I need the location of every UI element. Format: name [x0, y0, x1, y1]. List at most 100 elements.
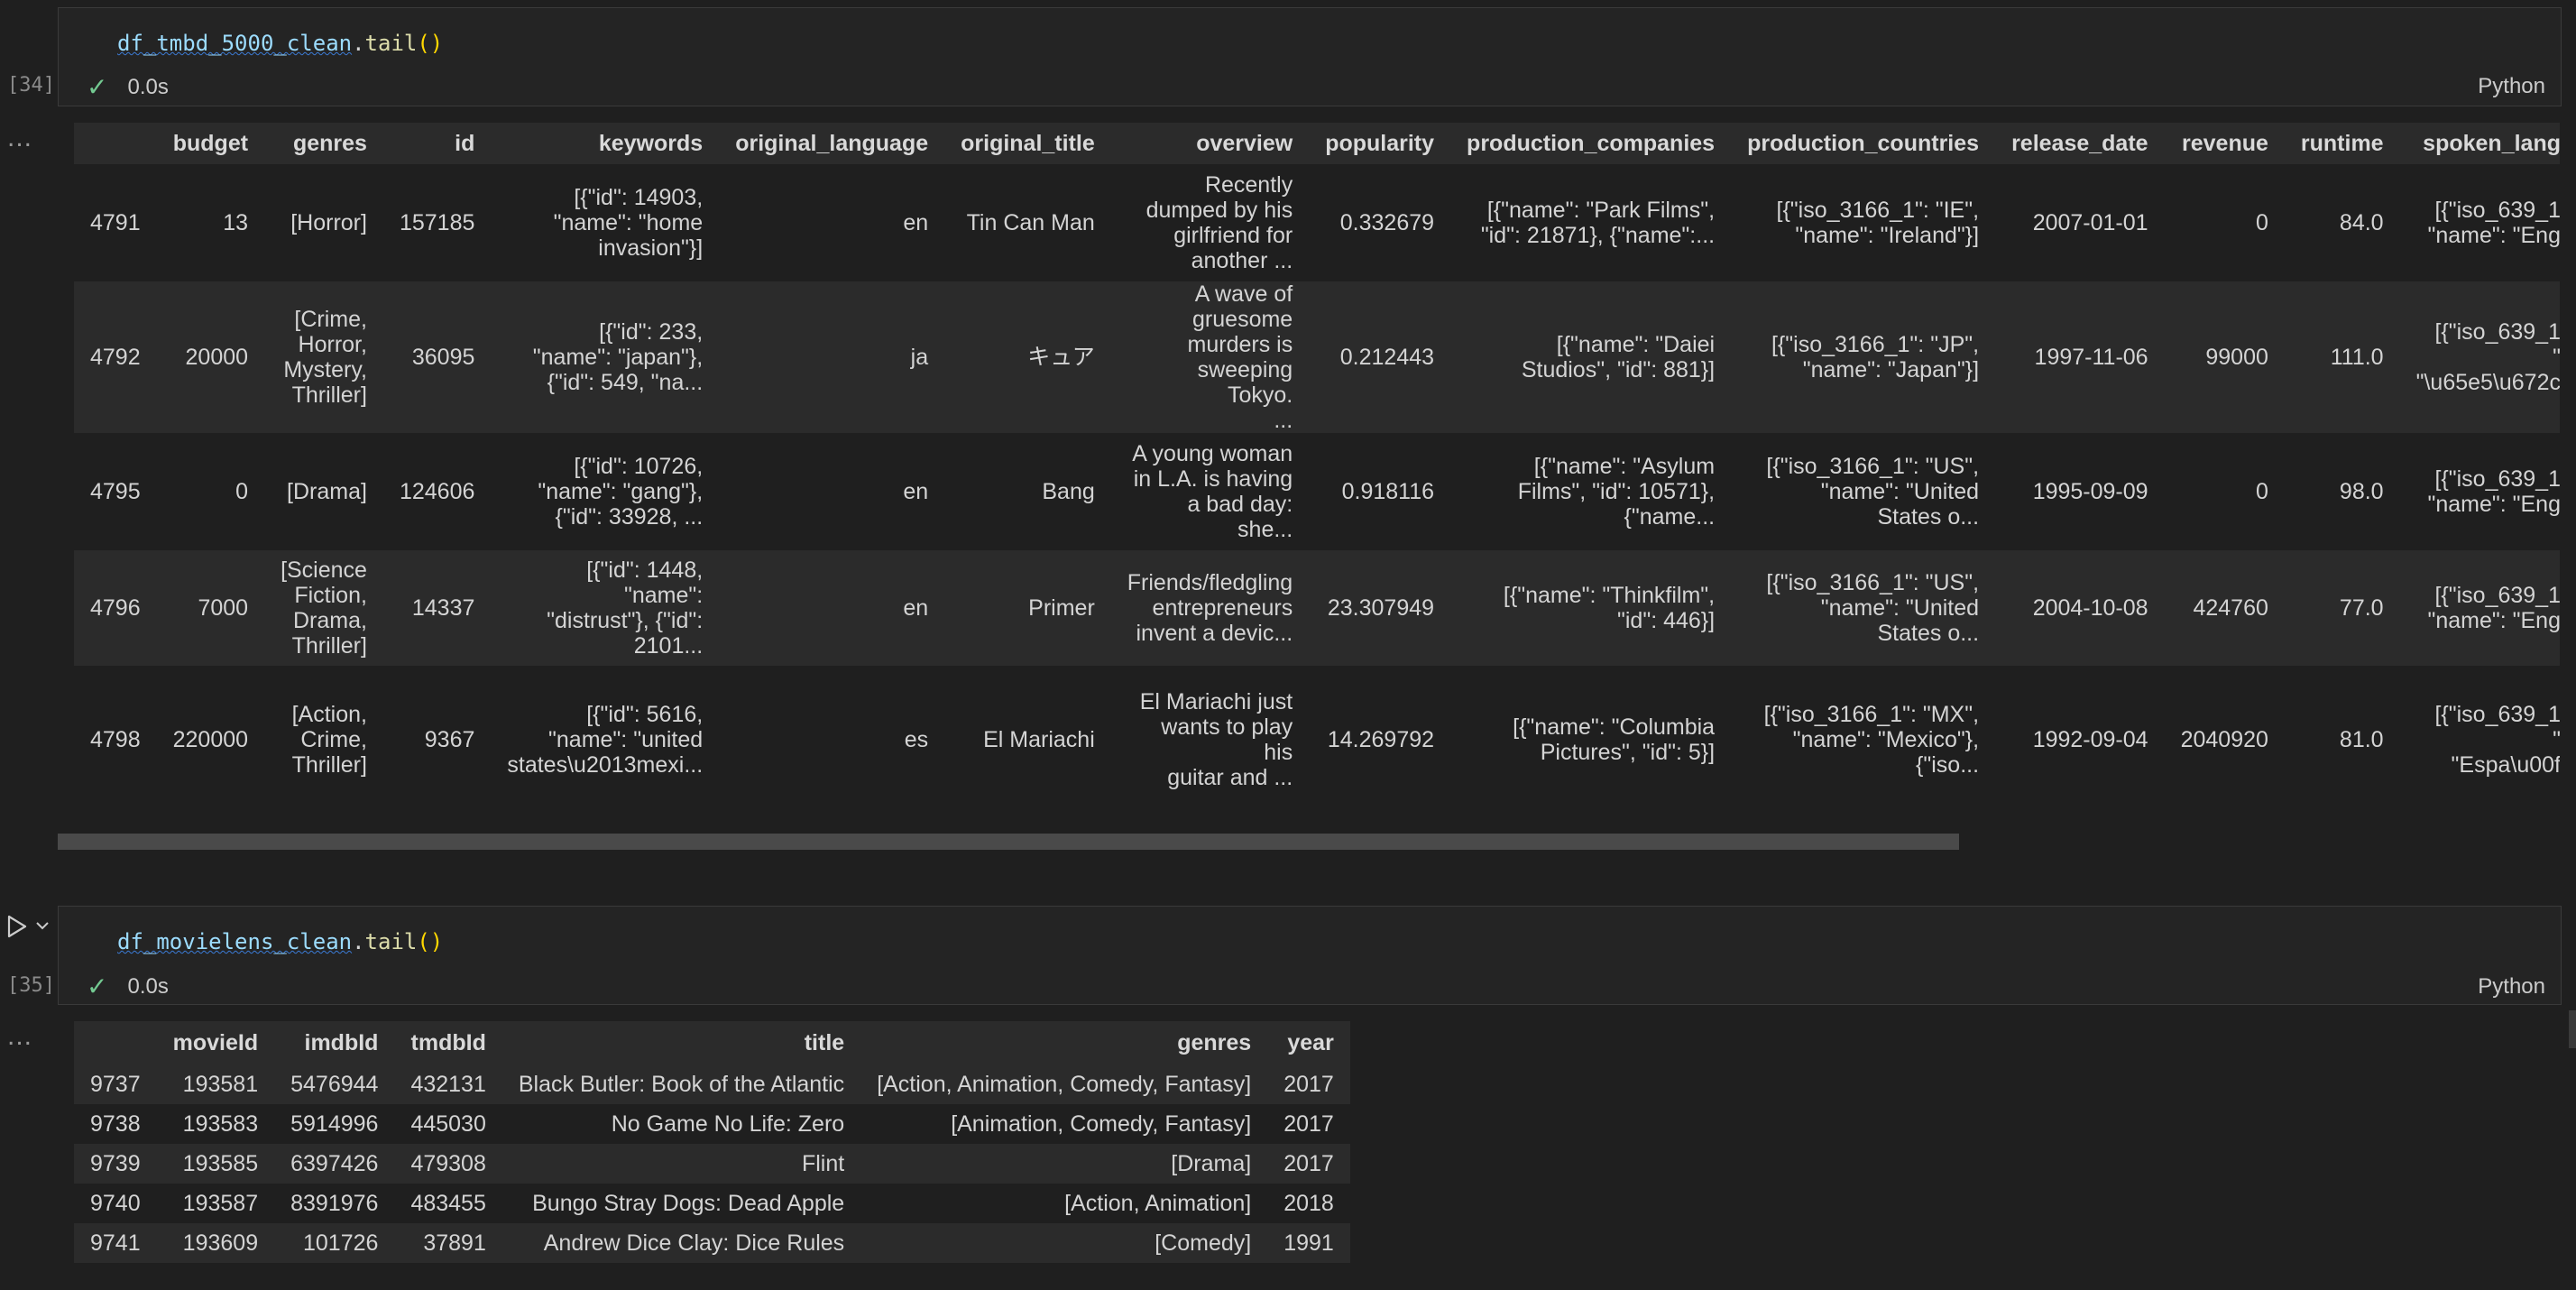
row-index: 9738: [90, 1111, 141, 1137]
table-cell: [{"name": "Asylum Films", "id": 10571}, …: [1517, 454, 1716, 530]
table-cell: [Science Fiction, Drama, Thriller]: [281, 557, 367, 659]
table-cell: [Drama]: [1171, 1151, 1252, 1176]
column-header: production_countries: [1747, 130, 1980, 156]
code-cell-34[interactable]: [58, 7, 2562, 106]
dataframe-table: budget genres id keywords original_language o…: [74, 123, 2560, 790]
row-index: 9740: [90, 1191, 141, 1216]
table-cell: 193581: [182, 1072, 259, 1097]
table-cell: El Mariachi: [983, 727, 1095, 752]
row-index: 4792: [90, 345, 141, 370]
row-index: 9737: [90, 1072, 141, 1097]
column-header: keywords: [598, 130, 704, 156]
table-cell: 37891: [423, 1230, 486, 1256]
table-cell: 0.332679: [1339, 210, 1435, 235]
code-variable: df_tmbd_5000_clean: [117, 31, 353, 56]
table-cell: [{"iso_3166_1": "JP", "name": "Japan"}]: [1771, 332, 1980, 382]
column-header: original_title: [961, 130, 1095, 156]
table-cell: [{"name": "Daiei Studios", "id": 881}]: [1521, 332, 1716, 382]
table-row: 4796 7000 [Science Fiction, Drama, Thrille…: [74, 550, 2560, 666]
table-row: 4792 20000 [Crime, Horror, Mystery, Thrill…: [74, 281, 2560, 433]
table-cell: 81.0: [2339, 727, 2384, 752]
table-cell: 1995-09-09: [2032, 479, 2148, 504]
table-cell: 479308: [410, 1151, 486, 1176]
code-cell-35[interactable]: [58, 906, 2562, 1005]
column-header: genres: [292, 130, 367, 156]
row-index: 9739: [90, 1151, 141, 1176]
language-indicator[interactable]: Python: [2478, 974, 2545, 1000]
table-cell: [{"iso_3166_1": "MX", "name": "Mexico"},…: [1763, 702, 1980, 778]
column-header: production_companies: [1467, 130, 1716, 156]
table-cell: Friends/fledgling entrepreneurs invent a…: [1127, 570, 1293, 646]
table-cell: 101726: [303, 1230, 379, 1256]
table-cell: 2018: [1283, 1191, 1334, 1216]
row-index: 4791: [90, 210, 141, 235]
output-menu-icon[interactable]: ...: [7, 123, 32, 153]
chevron-down-icon[interactable]: [34, 917, 51, 934]
table-cell: 77.0: [2339, 595, 2384, 621]
table-cell: 193587: [182, 1191, 259, 1216]
dataframe-table: movieId imdbId tmdbId title genres year 9737 1…: [74, 1021, 1350, 1263]
column-header: original_language: [735, 130, 929, 156]
index-header: [74, 1021, 157, 1064]
horizontal-scrollbar[interactable]: [58, 834, 1959, 850]
table-cell: El Mariachi just wants to play his guita…: [1139, 689, 1293, 790]
column-header: genres: [1177, 1029, 1252, 1055]
table-cell: 2007-01-01: [2032, 210, 2148, 235]
table-cell: 0: [2256, 479, 2268, 504]
table-cell: 6397426: [290, 1151, 379, 1176]
table-row: 9738 193583 5914996 445030 No Game No Life: …: [74, 1104, 1350, 1144]
cell-status: ✓ 0.0s: [87, 72, 169, 102]
table-cell: 483455: [410, 1191, 486, 1216]
table-cell: 193585: [182, 1151, 259, 1176]
table-cell: 99000: [2205, 345, 2268, 370]
execution-time: 0.0s: [127, 973, 169, 999]
table-cell: 0: [2256, 210, 2268, 235]
code-line-34[interactable]: df_tmbd_5000_clean.tail(): [117, 31, 443, 56]
table-cell: Bungo Stray Dogs: Dead Apple: [532, 1191, 845, 1216]
execution-time: 0.0s: [127, 74, 169, 99]
column-header: spoken_lang: [2423, 130, 2560, 156]
table-cell: 2017: [1283, 1111, 1334, 1137]
table-cell: 2040920: [2180, 727, 2268, 752]
table-cell: 124606: [399, 479, 475, 504]
output-menu-icon[interactable]: ...: [7, 1021, 32, 1052]
table-cell: [{"iso_639_1 " "\u65e5\u672c: [2415, 319, 2560, 395]
table-header-row: movieId imdbId tmdbId title genres year: [74, 1021, 1350, 1064]
table-cell: A young woman in L.A. is having a bad da…: [1132, 441, 1293, 542]
table-cell: [{"name": "Thinkfilm", "id": 446}]: [1503, 583, 1716, 633]
table-cell: [{"iso_639_1 "name": "Eng: [2427, 466, 2560, 517]
cell-status: ✓ 0.0s: [87, 972, 169, 1001]
table-cell: [{"iso_639_1 "name": "Eng: [2427, 583, 2560, 633]
language-indicator[interactable]: Python: [2478, 74, 2545, 99]
table-cell: [{"iso_639_1 "name": "Eng: [2427, 198, 2560, 248]
table-cell: 432131: [410, 1072, 486, 1097]
table-cell: [{"id": 10726, "name": "gang"}, {"id": 3…: [538, 454, 704, 530]
table-cell: [Animation, Comedy, Fantasy]: [951, 1111, 1252, 1137]
code-variable: df_movielens_clean: [117, 929, 353, 954]
table-row: 9739 193585 6397426 479308 Flint [Drama] 2017: [74, 1144, 1350, 1184]
table-cell: 8391976: [290, 1191, 379, 1216]
table-cell: 36095: [411, 345, 475, 370]
table-row: 9737 193581 5476944 432131 Black Butler: Boo…: [74, 1064, 1350, 1104]
dataframe-output-35[interactable]: movieId imdbId tmdbId title genres year 9737 1…: [74, 1021, 1350, 1263]
execution-count: [34]: [7, 74, 55, 97]
table-cell: 0.918116: [1341, 479, 1435, 504]
table-cell: en: [903, 595, 929, 621]
run-cell-icon[interactable]: [4, 913, 31, 940]
row-index: 9741: [90, 1230, 141, 1256]
check-icon: ✓: [87, 73, 108, 101]
table-cell: 220000: [172, 727, 249, 752]
check-icon: ✓: [87, 972, 108, 1000]
code-line-35[interactable]: df_movielens_clean.tail(): [117, 929, 443, 954]
table-cell: [Comedy]: [1155, 1230, 1252, 1256]
table-cell: 14337: [411, 595, 475, 621]
table-cell: Bang: [1042, 479, 1095, 504]
table-cell: Andrew Dice Clay: Dice Rules: [543, 1230, 845, 1256]
table-cell: [{"name": "Columbia Pictures", "id": 5}]: [1513, 714, 1716, 765]
table-cell: [{"iso_639_1 " "Espa\u00f: [2434, 702, 2560, 778]
column-header: imdbId: [304, 1029, 379, 1055]
code-method: tail: [364, 31, 418, 56]
table-cell: 2004-10-08: [2032, 595, 2148, 621]
dataframe-output-34[interactable]: budget genres id keywords original_language o…: [74, 123, 2560, 790]
execution-count: [35]: [7, 974, 55, 997]
